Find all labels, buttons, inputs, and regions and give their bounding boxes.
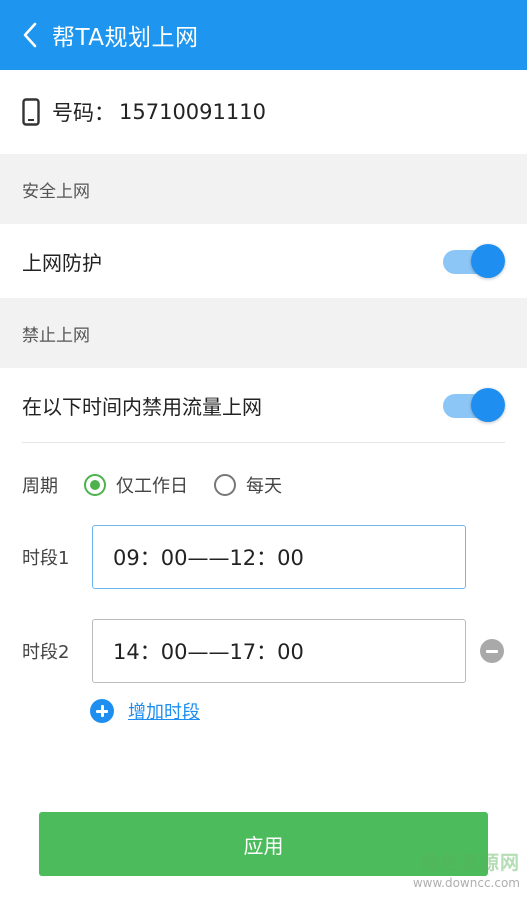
- remove-slot-button[interactable]: [480, 639, 504, 663]
- phone-label: 号码：: [52, 101, 115, 125]
- divider: [22, 442, 505, 443]
- add-slot-button[interactable]: 增加时段: [90, 696, 200, 726]
- time-slot-value-2: 14：00——17：00: [113, 640, 304, 664]
- block-toggle[interactable]: [443, 388, 505, 422]
- period-row: 周期 仅工作日 每天: [0, 460, 527, 510]
- section-header-safe: 安全上网: [0, 154, 527, 224]
- protection-toggle-row: 上网防护: [0, 224, 527, 298]
- phone-number: 15710091110: [119, 100, 266, 124]
- time-slot-field-2[interactable]: 14：00——17：00: [92, 619, 466, 683]
- period-label: 周期: [22, 476, 58, 497]
- add-slot-label: 增加时段: [128, 702, 200, 723]
- protection-toggle[interactable]: [443, 244, 505, 278]
- block-toggle-row: 在以下时间内禁用流量上网: [0, 368, 527, 442]
- back-button[interactable]: [8, 0, 52, 70]
- phone-icon: [22, 98, 40, 126]
- toggle-knob: [471, 388, 505, 422]
- watermark-url: www.downcc.com: [412, 876, 520, 890]
- radio-workdays-label: 仅工作日: [116, 476, 188, 497]
- radio-workdays[interactable]: 仅工作日: [84, 472, 188, 498]
- chevron-left-icon: [23, 22, 37, 48]
- time-slot-value-1: 09：00——12：00: [113, 546, 304, 570]
- section-title-block: 禁止上网: [22, 325, 90, 346]
- section-title-safe: 安全上网: [22, 181, 90, 202]
- radio-checked-icon: [84, 474, 106, 496]
- time-slot-field-1[interactable]: 09：00——12：00: [92, 525, 466, 589]
- time-slot-label-1: 时段1: [22, 548, 70, 569]
- app-header: 帮TA规划上网: [0, 0, 527, 70]
- page-title: 帮TA规划上网: [52, 25, 199, 51]
- phone-number-row: 号码： 15710091110: [0, 70, 527, 154]
- radio-everyday-label: 每天: [246, 476, 282, 497]
- radio-everyday[interactable]: 每天: [214, 472, 282, 498]
- radio-unchecked-icon: [214, 474, 236, 496]
- watermark-text: 绿色资源网: [419, 852, 520, 874]
- time-slot-row-1: 时段1 09：00——12：00: [0, 524, 527, 590]
- section-header-block: 禁止上网: [0, 298, 527, 368]
- watermark: 绿色资源网 www.downcc.com: [370, 848, 520, 890]
- time-slot-label-2: 时段2: [22, 642, 70, 663]
- block-toggle-label: 在以下时间内禁用流量上网: [22, 394, 262, 419]
- protection-toggle-label: 上网防护: [22, 250, 102, 275]
- toggle-knob: [471, 244, 505, 278]
- time-slot-row-2: 时段2 14：00——17：00: [0, 618, 527, 684]
- plus-circle-icon: [90, 699, 114, 723]
